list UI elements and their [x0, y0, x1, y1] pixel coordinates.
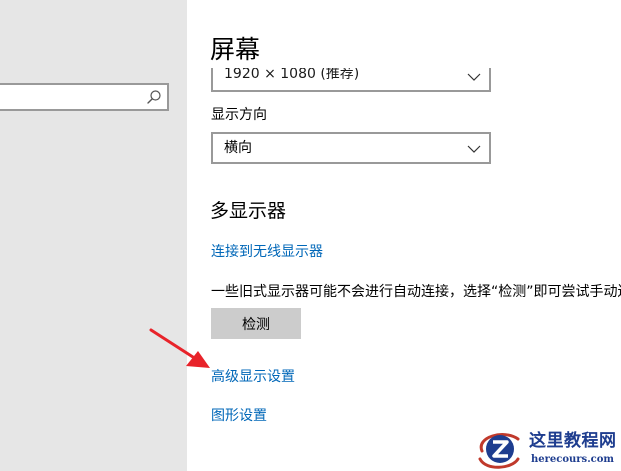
orientation-value: 横向: [224, 140, 252, 156]
connect-wireless-display-link[interactable]: 连接到无线显示器: [211, 243, 323, 261]
settings-content: 1920 × 1080 (推荐) 屏幕 显示方向 横向 多显示器 连接到无线显示…: [187, 0, 621, 471]
red-arrow-icon: [149, 328, 210, 368]
search-input[interactable]: [0, 83, 169, 111]
z-logo-icon: [478, 433, 520, 469]
orientation-label: 显示方向: [211, 107, 267, 123]
watermark: 这里教程网 herecours.com: [474, 427, 621, 471]
detect-button[interactable]: 检测: [211, 308, 301, 339]
page-title: 屏幕: [210, 35, 261, 64]
advanced-display-settings-link[interactable]: 高级显示设置: [211, 368, 295, 386]
graphics-settings-link[interactable]: 图形设置: [211, 407, 267, 425]
resolution-value: 1920 × 1080 (推荐): [224, 66, 360, 82]
watermark-title: 这里教程网: [529, 431, 617, 451]
watermark-url: herecours.com: [531, 454, 615, 465]
search-icon[interactable]: [146, 89, 162, 105]
detect-description: 一些旧式显示器可能不会进行自动连接，选择“检测”即可尝试手动连: [211, 284, 621, 300]
chevron-down-icon: [467, 73, 481, 81]
chevron-down-icon: [467, 145, 481, 153]
multi-display-heading: 多显示器: [210, 200, 287, 222]
orientation-dropdown[interactable]: 横向: [211, 132, 491, 164]
navigation-pane: [0, 0, 187, 471]
